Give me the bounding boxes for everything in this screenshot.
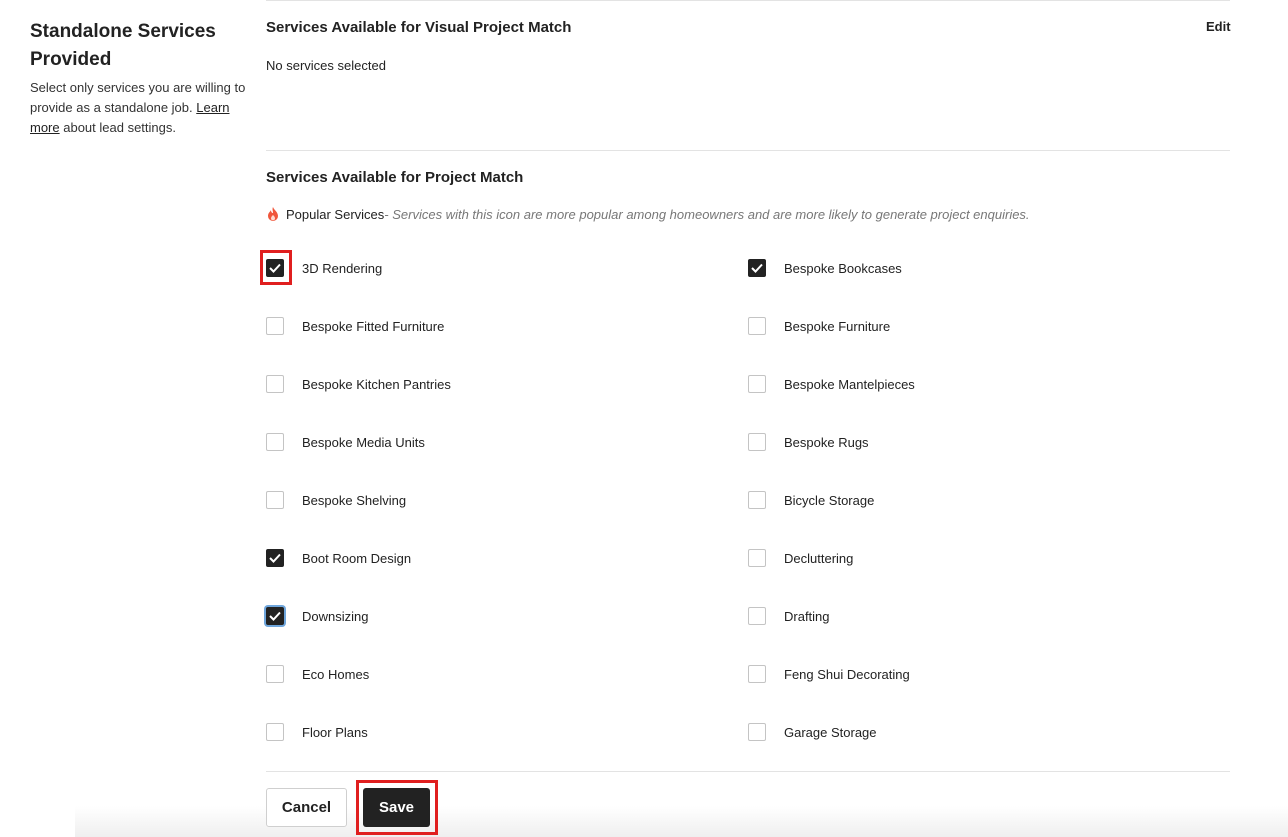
service-checkbox[interactable] <box>266 491 284 509</box>
service-checkbox[interactable] <box>266 433 284 451</box>
service-label: Bespoke Rugs <box>784 434 869 450</box>
bottom-shadow <box>75 806 1288 837</box>
service-label: Downsizing <box>302 608 369 624</box>
project-match-title: Services Available for Project Match <box>266 169 524 186</box>
service-checkbox[interactable] <box>748 317 766 335</box>
service-option[interactable]: Decluttering <box>748 548 853 568</box>
save-button[interactable]: Save <box>363 788 430 827</box>
section-title: Standalone Services Provided <box>30 21 216 70</box>
service-option[interactable]: Boot Room Design <box>266 548 411 568</box>
service-option[interactable]: Bespoke Mantelpieces <box>748 374 915 394</box>
service-label: Drafting <box>784 608 830 624</box>
section-divider <box>266 150 1230 151</box>
service-label: Bespoke Fitted Furniture <box>302 318 445 334</box>
service-label: Bespoke Kitchen Pantries <box>302 376 451 392</box>
service-checkbox[interactable] <box>266 375 284 393</box>
service-label: Bicycle Storage <box>784 492 875 508</box>
learn-more-suffix: about lead settings. <box>59 120 176 135</box>
service-option[interactable]: 3D Rendering <box>266 258 382 278</box>
service-checkbox[interactable] <box>748 259 766 277</box>
popular-services-note: Popular Services - Services with this ico… <box>266 206 1030 222</box>
service-label: Bespoke Media Units <box>302 434 425 450</box>
service-option[interactable]: Drafting <box>748 606 830 626</box>
service-option[interactable]: Eco Homes <box>266 664 369 684</box>
actions-divider <box>266 771 1230 772</box>
service-checkbox[interactable] <box>266 723 284 741</box>
service-option[interactable]: Floor Plans <box>266 722 368 742</box>
section-description: Select only services you are willing to … <box>30 78 250 138</box>
service-label: Bespoke Bookcases <box>784 260 902 276</box>
service-label: Feng Shui Decorating <box>784 666 910 682</box>
service-label: 3D Rendering <box>302 260 383 276</box>
service-label: Decluttering <box>784 550 854 566</box>
popular-services-label: Popular Services <box>286 206 385 222</box>
service-label: Garage Storage <box>784 724 877 740</box>
popular-services-description: - Services with this icon are more popul… <box>384 206 1030 222</box>
service-checkbox[interactable] <box>748 375 766 393</box>
flame-icon <box>268 207 278 221</box>
service-checkbox[interactable] <box>748 723 766 741</box>
service-checkbox[interactable] <box>266 317 284 335</box>
service-checkbox[interactable] <box>748 433 766 451</box>
service-label: Bespoke Furniture <box>784 318 891 334</box>
service-option[interactable]: Bespoke Shelving <box>266 490 406 510</box>
section-intro: Standalone Services Provided Select only… <box>30 18 250 138</box>
service-option[interactable]: Bespoke Furniture <box>748 316 890 336</box>
service-checkbox[interactable] <box>266 665 284 683</box>
service-checkbox[interactable] <box>266 607 284 625</box>
service-label: Eco Homes <box>302 666 370 682</box>
checkmark-icon <box>269 553 281 563</box>
checkmark-icon <box>269 263 281 273</box>
service-checkbox[interactable] <box>748 665 766 683</box>
service-label: Floor Plans <box>302 724 368 740</box>
service-option[interactable]: Bespoke Fitted Furniture <box>266 316 444 336</box>
service-option[interactable]: Garage Storage <box>748 722 877 742</box>
service-checkbox[interactable] <box>748 491 766 509</box>
service-label: Boot Room Design <box>302 550 412 566</box>
service-label: Bespoke Mantelpieces <box>784 376 915 392</box>
service-option[interactable]: Bespoke Kitchen Pantries <box>266 374 451 394</box>
top-divider <box>266 0 1230 1</box>
checkmark-icon <box>269 611 281 621</box>
service-option[interactable]: Feng Shui Decorating <box>748 664 910 684</box>
service-option[interactable]: Bicycle Storage <box>748 490 874 510</box>
service-checkbox[interactable] <box>748 549 766 567</box>
service-checkbox[interactable] <box>266 549 284 567</box>
service-option[interactable]: Bespoke Rugs <box>748 432 869 452</box>
cancel-button[interactable]: Cancel <box>266 788 347 827</box>
service-option[interactable]: Bespoke Media Units <box>266 432 425 452</box>
service-option[interactable]: Bespoke Bookcases <box>748 258 902 278</box>
no-services-text: No services selected <box>266 58 386 73</box>
service-option[interactable]: Downsizing <box>266 606 368 626</box>
visual-match-title: Services Available for Visual Project Ma… <box>266 19 572 36</box>
service-checkbox[interactable] <box>748 607 766 625</box>
checkmark-icon <box>751 263 763 273</box>
service-label: Bespoke Shelving <box>302 492 407 508</box>
service-checkbox[interactable] <box>266 259 284 277</box>
edit-link[interactable]: Edit <box>1206 19 1231 34</box>
